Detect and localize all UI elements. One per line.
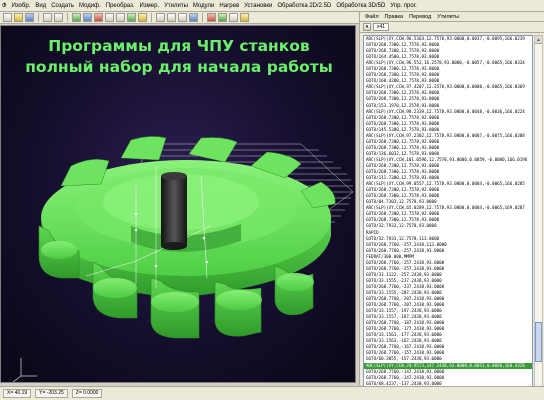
layer-icon[interactable] (240, 13, 249, 22)
status-y: Y= -203.25 (35, 389, 68, 398)
side-view-icon[interactable] (178, 13, 187, 22)
cnc-part-scene (12, 136, 354, 382)
toolbar-divider (151, 13, 152, 22)
delete-icon[interactable] (94, 13, 103, 22)
axis-gizmo (12, 358, 37, 382)
panel-menu-item[interactable]: Файл (365, 14, 379, 20)
panel-menubar: Файл Правка Перевод Утилиты (360, 12, 544, 22)
open-folder-icon[interactable] (14, 13, 23, 22)
scroll-up-icon[interactable]: ▴ (535, 36, 542, 44)
simulate-icon[interactable] (218, 13, 227, 22)
code-line[interactable]: ARC(SLP)(XY,CCW,98.2339,12.7578,93.0000,… (364, 109, 532, 115)
code-line[interactable]: ARC(SLP)(XY,CCW,97.2302,12.7578,93.0000,… (364, 133, 532, 139)
main-menubar: Ф Изобр. Вид Создать Модиф. Преобраз. Измер. Ут… (0, 0, 544, 12)
panel-tab[interactable]: х41 (373, 23, 390, 31)
overlay-heading-line1: Программы для ЧПУ станков (48, 37, 310, 55)
menu-item[interactable]: Создать (51, 3, 74, 9)
menu-item[interactable]: Модиф. (79, 3, 101, 9)
menu-item[interactable]: Ф (2, 3, 7, 9)
new-file-icon[interactable] (3, 13, 12, 22)
menu-item[interactable]: Установки (244, 3, 272, 9)
scroll-thumb[interactable] (535, 322, 542, 362)
pan-icon[interactable] (138, 13, 147, 22)
toolbar-divider (202, 13, 203, 22)
fit-icon[interactable] (116, 13, 125, 22)
shade-icon[interactable] (72, 13, 81, 22)
toolbar-divider (38, 13, 39, 22)
menu-item[interactable]: Изобр. (12, 3, 31, 9)
status-z: Z= 0.0000 (71, 389, 103, 398)
3d-viewport[interactable]: Программы для ЧПУ станков полный набор д… (0, 25, 356, 383)
menu-item[interactable]: Измер. (140, 3, 160, 9)
undo-icon[interactable] (43, 13, 52, 22)
menu-item[interactable]: Модули (193, 3, 215, 9)
menu-item[interactable]: Вид (35, 3, 46, 9)
zoom-icon[interactable] (105, 13, 114, 22)
rotate-icon[interactable] (127, 13, 136, 22)
iso-view-icon[interactable] (189, 13, 198, 22)
menu-item[interactable]: Преобраз. (106, 3, 135, 9)
nc-code-list[interactable]: ARC(SLP)(XY,CCW,96.5364,12.7578,93.0000,… (363, 35, 533, 395)
menu-item[interactable]: Обработка 2D/2.5D (277, 3, 331, 9)
top-view-icon[interactable] (156, 13, 165, 22)
settings-icon[interactable] (229, 13, 238, 22)
menu-item[interactable]: Утилиты (164, 3, 188, 9)
status-x: X= 40.19 (3, 389, 32, 398)
cutting-tool (161, 172, 187, 250)
panel-menu-item[interactable]: Утилиты (437, 14, 459, 20)
save-icon[interactable] (25, 13, 34, 22)
menu-item[interactable]: Обработка 3D/5D (336, 3, 385, 9)
code-line-selected[interactable]: ARC(SLP)(XY,CCW,70.9573,147.2438,93.0000… (364, 362, 532, 369)
front-view-icon[interactable] (167, 13, 176, 22)
arrow-down-icon[interactable]: ▾ (363, 23, 371, 31)
code-scrollbar[interactable]: ▴ ▾ (534, 35, 543, 395)
panel-menu-item[interactable]: Правка (385, 14, 404, 20)
panel-toolbar: ▾ х41 (360, 22, 544, 33)
wireframe-icon[interactable] (83, 13, 92, 22)
menu-item[interactable]: Упр. прог. (390, 3, 417, 9)
toolbar-divider (67, 13, 68, 22)
toolpath-icon[interactable] (207, 13, 216, 22)
overlay-heading-line2: полный набор для начала работы (25, 58, 333, 76)
status-bar: X= 40.19 Y= -203.25 Z= 0.0000 (0, 386, 544, 400)
menu-item[interactable]: Нагрев (219, 3, 239, 9)
redo-icon[interactable] (54, 13, 63, 22)
nc-program-panel: Файл Правка Перевод Утилиты ▾ х41 ARC(SLP)(… (359, 12, 544, 395)
panel-menu-item[interactable]: Перевод (409, 14, 431, 20)
